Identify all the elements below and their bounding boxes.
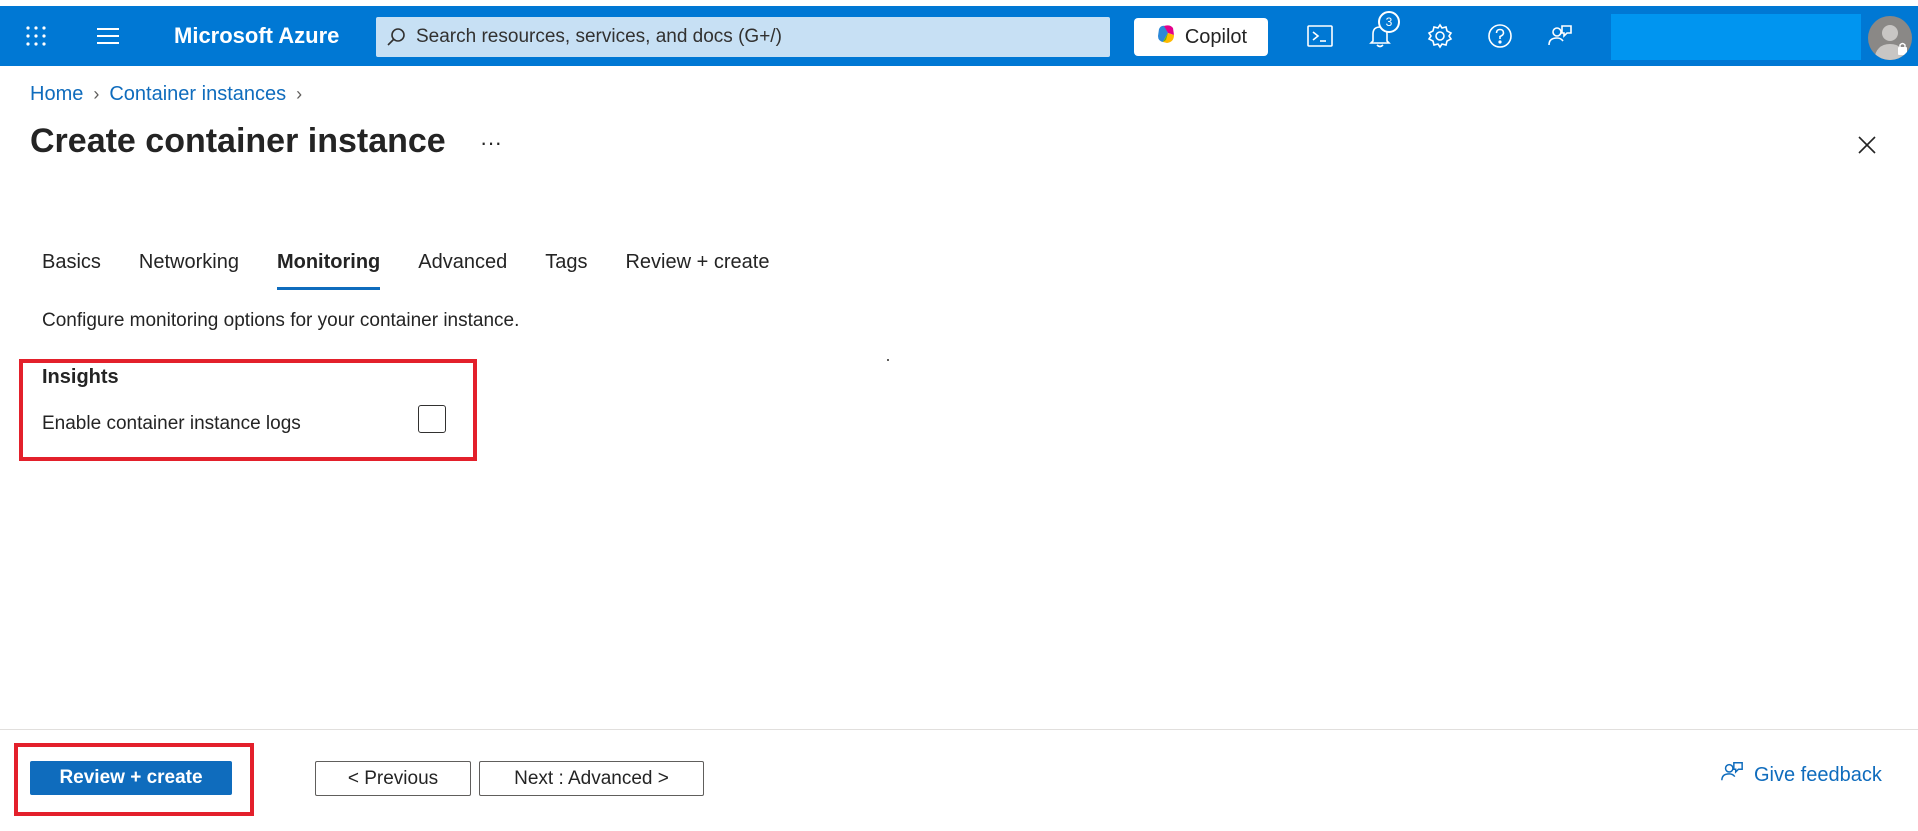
tab-description: Configure monitoring options for your co…: [42, 310, 520, 331]
give-feedback-label: Give feedback: [1754, 763, 1882, 786]
chevron-right-icon: ›: [296, 83, 303, 104]
notifications-icon[interactable]: 3: [1360, 11, 1400, 54]
wizard-tabs: Basics Networking Monitoring Advanced Ta…: [42, 248, 807, 290]
top-bar: Microsoft Azure Copilot: [0, 0, 1918, 66]
cloud-shell-icon[interactable]: [1300, 18, 1340, 54]
give-feedback-link[interactable]: Give feedback: [1720, 760, 1882, 790]
account-info-box[interactable]: [1611, 14, 1861, 60]
close-icon[interactable]: [1850, 128, 1884, 162]
copilot-icon: [1155, 23, 1177, 51]
stray-dot: [887, 359, 889, 361]
enable-logs-checkbox[interactable]: [418, 405, 446, 433]
page-title: Create container instance: [30, 122, 446, 160]
more-options-icon[interactable]: ···: [480, 130, 502, 156]
insights-heading: Insights: [42, 366, 119, 388]
user-avatar[interactable]: [1868, 16, 1912, 60]
search-input[interactable]: [416, 26, 1096, 48]
review-create-button[interactable]: Review + create: [30, 761, 232, 795]
container-logs-label: Enable container instance logs: [42, 413, 301, 434]
breadcrumb-home[interactable]: Home: [30, 83, 83, 106]
help-icon[interactable]: [1480, 18, 1520, 54]
feedback-icon[interactable]: [1540, 18, 1580, 54]
copilot-button[interactable]: Copilot: [1134, 18, 1268, 56]
tab-review-create[interactable]: Review + create: [625, 248, 769, 290]
tab-advanced[interactable]: Advanced: [418, 248, 507, 290]
app-launcher-icon[interactable]: [16, 18, 56, 54]
footer-divider: [0, 729, 1918, 730]
menu-icon[interactable]: [88, 18, 128, 54]
brand-title[interactable]: Microsoft Azure: [174, 20, 339, 52]
search-icon: [376, 17, 416, 57]
tab-tags[interactable]: Tags: [545, 248, 587, 290]
notification-badge: 3: [1378, 11, 1400, 33]
next-advanced-button[interactable]: Next : Advanced >: [479, 761, 704, 796]
breadcrumb-container-instances[interactable]: Container instances: [109, 83, 286, 106]
settings-gear-icon[interactable]: [1420, 18, 1460, 54]
copilot-label: Copilot: [1184, 25, 1248, 48]
chevron-right-icon: ›: [93, 83, 100, 104]
previous-button[interactable]: < Previous: [315, 761, 471, 796]
tab-basics[interactable]: Basics: [42, 248, 101, 290]
global-search[interactable]: [376, 17, 1110, 57]
tab-monitoring[interactable]: Monitoring: [276, 248, 381, 290]
breadcrumb: Home › Container instances ›: [30, 80, 302, 108]
feedback-person-icon: [1720, 760, 1744, 790]
tab-networking[interactable]: Networking: [139, 248, 239, 290]
